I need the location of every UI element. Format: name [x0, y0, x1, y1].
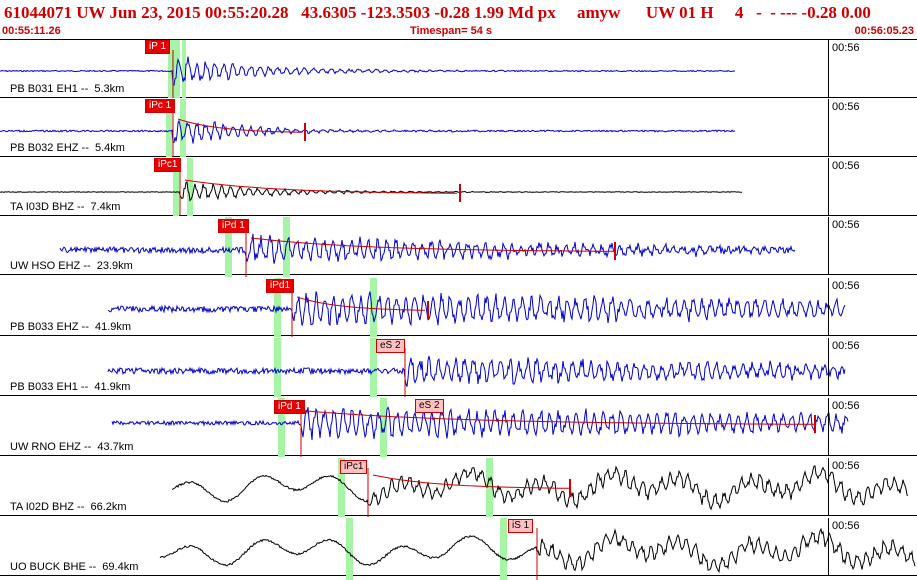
time-divider — [828, 518, 829, 575]
time-tick-label: 00:56 — [832, 219, 860, 231]
time-tick-label: 00:56 — [832, 520, 860, 532]
phase-pick-label[interactable]: iPc1 — [154, 158, 182, 172]
station-label: UW HSO EHZ -- 23.9km — [10, 260, 133, 272]
time-divider — [828, 99, 829, 156]
trace-panel[interactable]: iPc1 00:56 TA I03D BHZ -- 7.4km — [0, 158, 917, 216]
waveform-trace[interactable] — [0, 398, 917, 457]
pick-window-band — [370, 278, 377, 337]
time-divider — [828, 458, 829, 515]
time-tick-label: 00:56 — [832, 280, 860, 292]
time-divider — [828, 217, 829, 274]
timespan-label: Timespan= 54 s — [410, 25, 493, 37]
station-label: UW RNO EHZ -- 43.7km — [10, 441, 134, 453]
time-tick-label: 00:56 — [832, 400, 860, 412]
trace-panel[interactable]: iS 1 00:56 UO BUCK BHE -- 69.4km — [0, 518, 917, 580]
trace-panel[interactable]: iP 1 00:56 PB B031 EH1 -- 5.3km — [0, 40, 917, 98]
waveform-trace[interactable] — [0, 217, 917, 277]
waveform-trace[interactable] — [0, 458, 917, 517]
pick-window-band — [346, 518, 353, 580]
event-summary-title: 61044071 UW Jun 23, 2015 00:55:20.28 43.… — [4, 3, 871, 22]
trace-panel[interactable]: iPd 1 eS 2 00:56 UW RNO EHZ -- 43.7km — [0, 398, 917, 457]
time-tick-label: 00:56 — [832, 340, 860, 352]
seismogram-line — [0, 56, 736, 87]
time-divider — [828, 158, 829, 215]
time-tick-label: 00:56 — [832, 42, 860, 54]
start-time: 00:55:11.26 — [2, 25, 61, 37]
phase-pick-label-secondary[interactable]: eS 2 — [415, 399, 444, 413]
time-divider — [828, 338, 829, 395]
phase-pick-label[interactable]: iPd1 — [266, 279, 295, 293]
station-label: PB B033 EH1 -- 41.9km — [10, 381, 131, 393]
pick-window-band — [283, 217, 290, 277]
waveform-trace[interactable] — [0, 158, 917, 216]
station-label: PB B032 EHZ -- 5.4km — [10, 142, 125, 154]
station-label: TA I03D BHZ -- 7.4km — [10, 201, 121, 213]
phase-pick-label[interactable]: iPd 1 — [218, 219, 249, 233]
waveform-trace[interactable] — [0, 278, 917, 337]
trace-panel[interactable]: iPd1 00:56 PB B033 EHZ -- 41.9km — [0, 278, 917, 337]
event-header: 61044071 UW Jun 23, 2015 00:55:20.28 43.… — [0, 0, 917, 40]
station-label: UO BUCK BHE -- 69.4km — [10, 561, 139, 573]
waveform-trace[interactable] — [0, 40, 917, 98]
trace-panel[interactable]: iPd 1 00:56 UW HSO EHZ -- 23.9km — [0, 217, 917, 277]
waveform-panel-stack[interactable]: iP 1 00:56 PB B031 EH1 -- 5.3km iPc 1 00… — [0, 40, 917, 580]
station-label: PB B031 EH1 -- 5.3km — [10, 83, 125, 95]
phase-pick-label[interactable]: iPc 1 — [145, 99, 176, 113]
seismogram-line — [107, 291, 846, 327]
phase-pick-label[interactable]: iS 1 — [508, 519, 534, 533]
pick-window-band — [500, 518, 507, 580]
phase-pick-label[interactable]: eS 2 — [376, 339, 405, 353]
time-bar: 00:55:11.26 Timespan= 54 s 00:56:05.23 — [0, 24, 917, 38]
station-label: PB B033 EHZ -- 41.9km — [10, 321, 132, 333]
trace-panel[interactable]: eS 2 00:56 PB B033 EH1 -- 41.9km — [0, 338, 917, 397]
time-divider — [828, 398, 829, 455]
time-divider — [828, 278, 829, 335]
trace-panel[interactable]: iPc 1 00:56 PB B032 EHZ -- 5.4km — [0, 99, 917, 157]
phase-pick-label[interactable]: iP 1 — [145, 40, 171, 54]
station-label: TA I02D BHZ -- 66.2km — [10, 501, 127, 513]
time-divider — [828, 40, 829, 97]
end-time: 00:56:05.23 — [854, 25, 914, 37]
phase-pick-label[interactable]: iPd 1 — [274, 400, 305, 414]
seismogram-line — [0, 119, 736, 144]
phase-pick-label[interactable]: iPc1 — [340, 460, 368, 474]
time-tick-label: 00:56 — [832, 160, 860, 172]
time-tick-label: 00:56 — [832, 460, 860, 472]
waveform-trace[interactable] — [0, 338, 917, 397]
waveform-trace[interactable] — [0, 99, 917, 157]
time-tick-label: 00:56 — [832, 101, 860, 113]
seismogram-line — [107, 355, 846, 387]
trace-panel[interactable]: iPc1 00:56 TA I02D BHZ -- 66.2km — [0, 458, 917, 517]
seismogram-line — [0, 181, 742, 202]
